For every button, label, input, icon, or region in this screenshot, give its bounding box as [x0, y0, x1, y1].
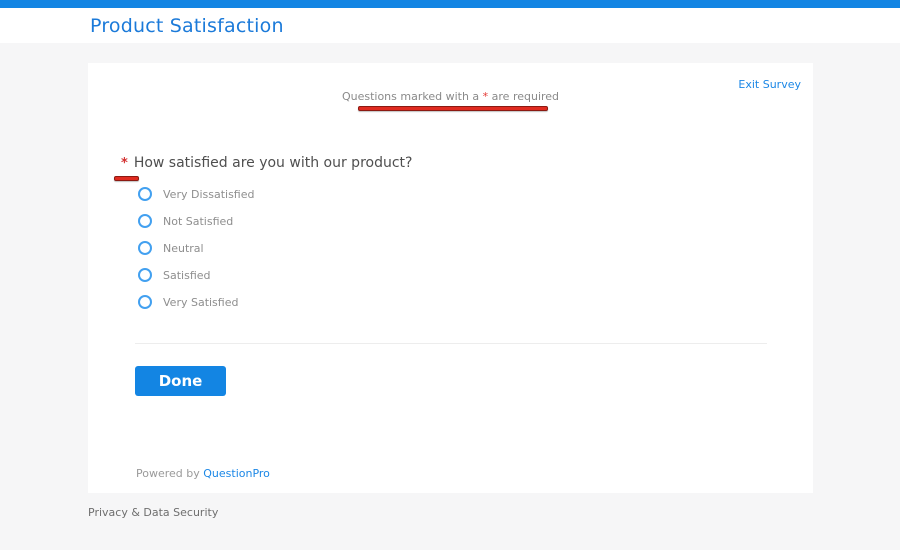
- radio-icon[interactable]: [138, 214, 152, 228]
- option-neutral[interactable]: Neutral: [138, 241, 254, 255]
- radio-icon[interactable]: [138, 268, 152, 282]
- privacy-data-security-link[interactable]: Privacy & Data Security: [88, 506, 218, 519]
- powered-by: Powered by QuestionPro: [136, 467, 270, 480]
- page-title: Product Satisfaction: [90, 14, 284, 37]
- section-divider: [135, 343, 767, 344]
- required-note-prefix: Questions marked with a: [341, 90, 483, 103]
- option-label: Neutral: [163, 241, 204, 255]
- done-button[interactable]: Done: [135, 366, 226, 396]
- red-underline-annotation-note: [358, 106, 548, 111]
- required-note-suffix: are required: [488, 90, 560, 103]
- question-required-asterisk: *: [121, 156, 128, 171]
- survey-card: Exit Survey Questions marked with a * ar…: [88, 63, 813, 493]
- required-note: Questions marked with a * are required: [88, 90, 813, 103]
- radio-icon[interactable]: [138, 295, 152, 309]
- option-very-dissatisfied[interactable]: Very Dissatisfied: [138, 187, 254, 201]
- question-text: How satisfied are you with our product?: [133, 155, 413, 171]
- radio-icon[interactable]: [138, 241, 152, 255]
- red-underline-annotation-asterisk: [114, 176, 139, 181]
- questionpro-link[interactable]: QuestionPro: [203, 467, 270, 480]
- option-satisfied[interactable]: Satisfied: [138, 268, 254, 282]
- option-label: Satisfied: [163, 268, 211, 282]
- page-header: Product Satisfaction: [0, 8, 900, 43]
- option-label: Very Satisfied: [163, 295, 239, 309]
- radio-icon[interactable]: [138, 187, 152, 201]
- option-not-satisfied[interactable]: Not Satisfied: [138, 214, 254, 228]
- top-accent-bar: [0, 0, 900, 8]
- option-label: Very Dissatisfied: [163, 187, 255, 201]
- options-group: Very Dissatisfied Not Satisfied Neutral …: [138, 187, 254, 322]
- option-label: Not Satisfied: [163, 214, 234, 228]
- option-very-satisfied[interactable]: Very Satisfied: [138, 295, 254, 309]
- powered-by-prefix: Powered by: [136, 467, 204, 480]
- question-row: * How satisfied are you with our product…: [121, 155, 412, 171]
